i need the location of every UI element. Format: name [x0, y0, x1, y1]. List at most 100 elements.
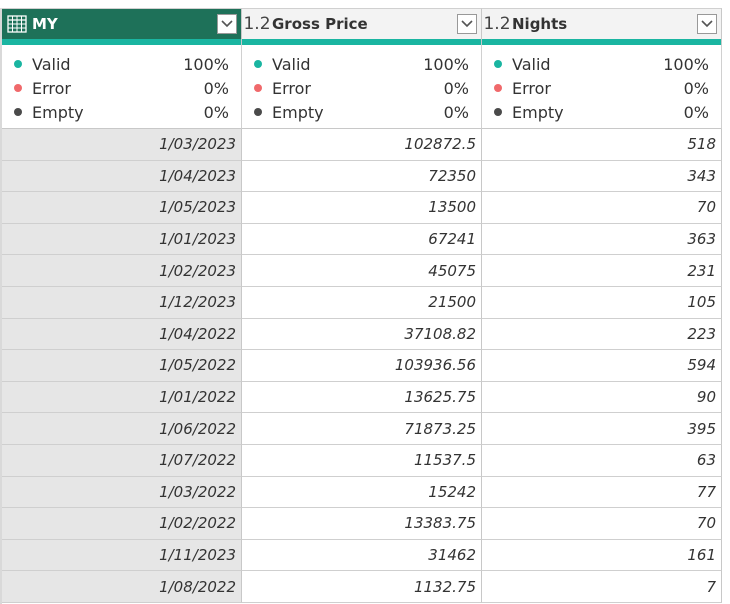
empty-label: Empty: [512, 102, 564, 122]
empty-dot: [494, 108, 502, 116]
table-cell[interactable]: 31462: [242, 539, 482, 572]
column-cells: 1/03/2023 1/04/2023 1/05/2023 1/01/2023 1/02…: [2, 129, 242, 603]
table-cell[interactable]: 7: [482, 571, 722, 603]
table-cell[interactable]: 102872.5: [242, 129, 482, 161]
valid-label: Valid: [272, 54, 311, 74]
table-cell[interactable]: 45075: [242, 255, 482, 287]
table-cell[interactable]: 77: [482, 476, 722, 509]
decimal-type-icon[interactable]: 1.2: [482, 9, 512, 39]
table-cell[interactable]: 1/03/2023: [2, 129, 242, 161]
table-cell[interactable]: 1132.75: [242, 571, 482, 603]
valid-row: Valid 100%: [242, 52, 481, 76]
table-cell[interactable]: 1/01/2022: [2, 381, 242, 414]
column-gross-price: 1.2 Gross Price Valid 100% Error 0% Empt…: [242, 0, 482, 604]
table-cell[interactable]: 1/05/2022: [2, 350, 242, 382]
table-cell[interactable]: 1/08/2022: [2, 571, 242, 603]
error-dot: [494, 84, 502, 92]
column-header-gross-price[interactable]: 1.2 Gross Price: [242, 8, 482, 39]
table-cell[interactable]: 1/07/2022: [2, 444, 242, 477]
error-label: Error: [32, 78, 71, 98]
table-cell[interactable]: 70: [482, 192, 722, 224]
empty-label: Empty: [272, 102, 324, 122]
column-name: Nights: [512, 15, 568, 33]
column-cells: 102872.5 72350 13500 67241 45075 21500 37108.8…: [242, 129, 482, 603]
error-row: Error 0%: [482, 76, 721, 100]
valid-percent: 100%: [663, 54, 709, 74]
table-cell[interactable]: 1/02/2023: [2, 255, 242, 287]
table-cell[interactable]: 72350: [242, 160, 482, 193]
error-dot: [254, 84, 262, 92]
valid-dot: [14, 60, 22, 68]
valid-label: Valid: [512, 54, 551, 74]
table-cell[interactable]: 70: [482, 508, 722, 540]
chevron-down-icon: [221, 20, 233, 28]
empty-percent: 0%: [683, 102, 709, 122]
empty-dot: [254, 108, 262, 116]
error-percent: 0%: [443, 78, 469, 98]
table-cell[interactable]: 103936.56: [242, 350, 482, 382]
table-cell[interactable]: 1/04/2022: [2, 318, 242, 351]
table-cell[interactable]: 1/04/2023: [2, 160, 242, 193]
empty-dot: [14, 108, 22, 116]
valid-percent: 100%: [423, 54, 469, 74]
valid-dot: [254, 60, 262, 68]
table-cell[interactable]: 90: [482, 381, 722, 414]
table-cell[interactable]: 1/05/2023: [2, 192, 242, 224]
valid-dot: [494, 60, 502, 68]
error-row: Error 0%: [2, 76, 241, 100]
error-percent: 0%: [683, 78, 709, 98]
table-cell[interactable]: 37108.82: [242, 318, 482, 351]
table-cell[interactable]: 11537.5: [242, 444, 482, 477]
error-row: Error 0%: [242, 76, 481, 100]
error-percent: 0%: [203, 78, 229, 98]
filter-dropdown-button[interactable]: [217, 14, 237, 34]
column-quality-panel: Valid 100% Error 0% Empty 0%: [2, 45, 242, 129]
table-cell[interactable]: 13625.75: [242, 381, 482, 414]
table-cell[interactable]: 67241: [242, 223, 482, 256]
table-cell[interactable]: 223: [482, 318, 722, 351]
column-quality-panel: Valid 100% Error 0% Empty 0%: [482, 45, 722, 129]
table-icon[interactable]: [2, 9, 32, 39]
table-cell[interactable]: 63: [482, 444, 722, 477]
filter-dropdown-button[interactable]: [457, 14, 477, 34]
empty-row: Empty 0%: [482, 100, 721, 124]
table-cell[interactable]: 13383.75: [242, 508, 482, 540]
table-cell[interactable]: 231: [482, 255, 722, 287]
chevron-down-icon: [701, 20, 713, 28]
table-cell[interactable]: 71873.25: [242, 413, 482, 445]
table-cell[interactable]: 161: [482, 539, 722, 572]
valid-label: Valid: [32, 54, 71, 74]
error-label: Error: [512, 78, 551, 98]
table-cell[interactable]: 1/12/2023: [2, 286, 242, 319]
chevron-down-icon: [461, 20, 473, 28]
table-cell[interactable]: 395: [482, 413, 722, 445]
table-cell[interactable]: 1/06/2022: [2, 413, 242, 445]
empty-percent: 0%: [203, 102, 229, 122]
error-dot: [14, 84, 22, 92]
column-header-my[interactable]: MY: [2, 8, 242, 39]
table-cell[interactable]: 518: [482, 129, 722, 161]
column-cells: 518 343 70 363 231 105 223 594 90 395 63 77 70 161 7: [482, 129, 722, 603]
empty-row: Empty 0%: [242, 100, 481, 124]
table-cell[interactable]: 594: [482, 350, 722, 382]
empty-row: Empty 0%: [2, 100, 241, 124]
valid-row: Valid 100%: [2, 52, 241, 76]
table-cell[interactable]: 21500: [242, 286, 482, 319]
table-cell[interactable]: 1/11/2023: [2, 539, 242, 572]
table-cell[interactable]: 343: [482, 160, 722, 193]
decimal-type-icon[interactable]: 1.2: [242, 9, 272, 39]
table-cell[interactable]: 13500: [242, 192, 482, 224]
table-cell[interactable]: 363: [482, 223, 722, 256]
column-header-nights[interactable]: 1.2 Nights: [482, 8, 722, 39]
table-cell[interactable]: 1/01/2023: [2, 223, 242, 256]
filter-dropdown-button[interactable]: [697, 14, 717, 34]
column-my: MY Valid 100% Error 0% Empty 0% 1/03/202…: [2, 0, 242, 604]
empty-label: Empty: [32, 102, 84, 122]
column-name: Gross Price: [272, 15, 368, 33]
valid-row: Valid 100%: [482, 52, 721, 76]
table-cell[interactable]: 1/03/2022: [2, 476, 242, 509]
table-cell[interactable]: 1/02/2022: [2, 508, 242, 540]
table-cell[interactable]: 15242: [242, 476, 482, 509]
data-grid: MY Valid 100% Error 0% Empty 0% 1/03/202…: [0, 0, 730, 604]
table-cell[interactable]: 105: [482, 286, 722, 319]
